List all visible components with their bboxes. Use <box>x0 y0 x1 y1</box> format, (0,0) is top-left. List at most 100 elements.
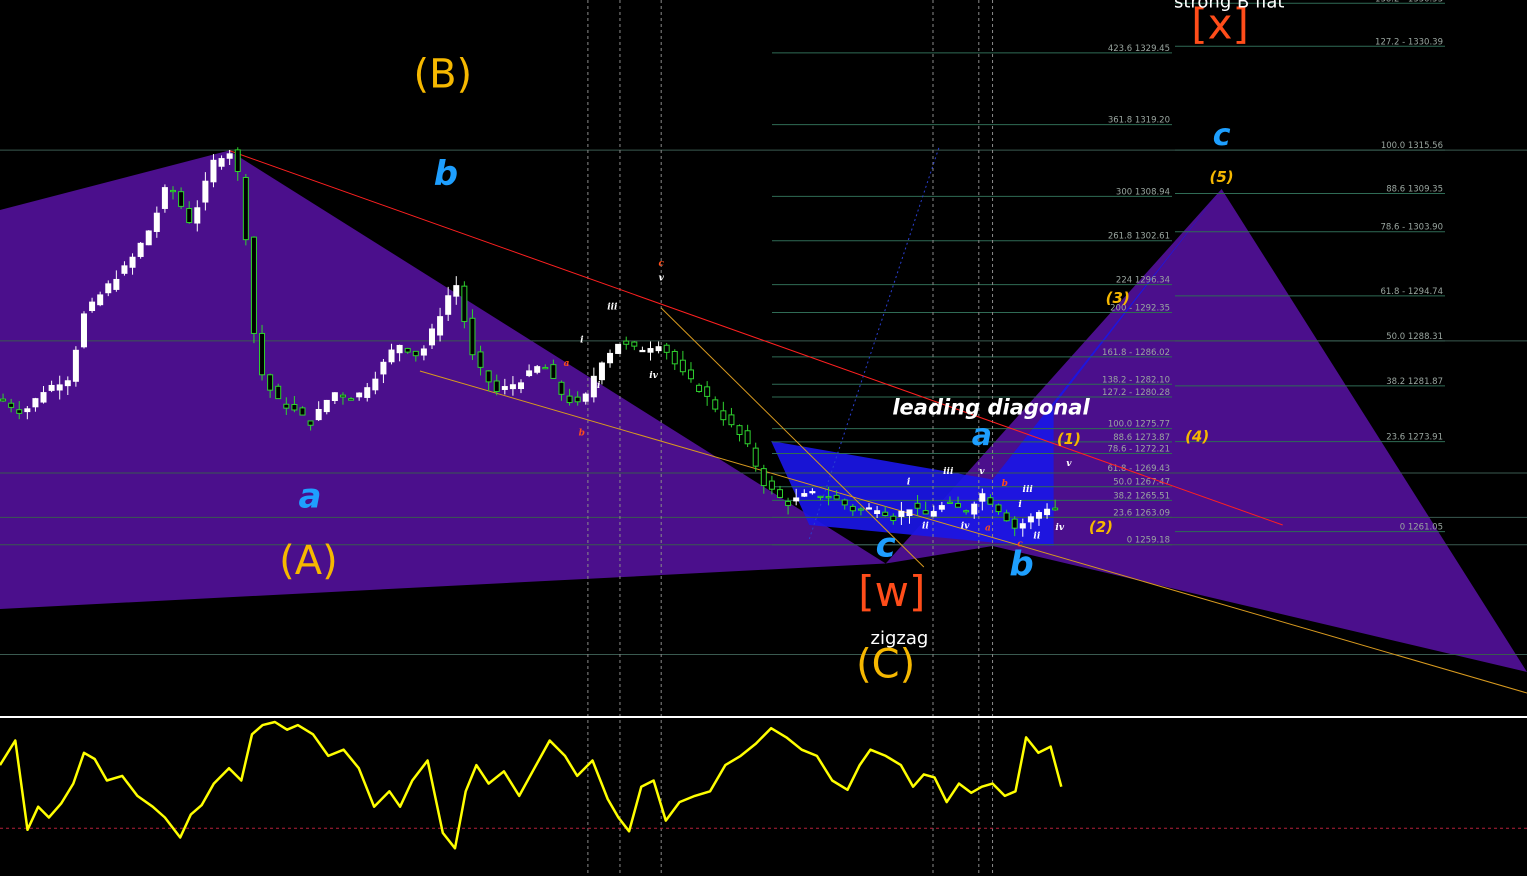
candle-body <box>339 394 346 398</box>
candle-body <box>1003 512 1010 522</box>
minor-wave-label: v <box>659 274 665 284</box>
wave-label: [w] <box>858 567 925 616</box>
wave-label: c <box>876 526 896 566</box>
chart-canvas: 423.6 1329.45 361.8 1319.20 300 1308.94 261… <box>0 0 1527 876</box>
candle-body <box>938 505 945 510</box>
fib-level-label: 361.8 1319.20 <box>1108 116 1170 126</box>
candle-body <box>712 399 719 410</box>
candle-body <box>768 480 775 490</box>
candle-body <box>728 414 735 426</box>
candle-body <box>80 313 87 348</box>
minor-wave-label: iii <box>1023 485 1034 495</box>
wave-label: leading diagonal <box>892 395 1090 419</box>
candle-body <box>380 361 387 375</box>
candle-body <box>785 500 792 506</box>
candle-body <box>97 294 104 306</box>
candle-body <box>485 370 492 383</box>
candle-body <box>874 510 881 514</box>
candle-body <box>202 180 209 203</box>
candle-body <box>817 495 824 499</box>
candle-body <box>534 366 541 373</box>
candle-body <box>882 511 889 516</box>
candle-body <box>0 398 7 402</box>
wave-label: (1) <box>1057 430 1081 448</box>
candle-body <box>275 385 282 400</box>
candle-body <box>178 191 185 207</box>
candle-body <box>372 378 379 391</box>
candle-body <box>890 515 897 522</box>
fib-level-label: 0 1261.05 <box>1400 523 1443 533</box>
candle-body <box>396 344 403 354</box>
candle-body <box>186 208 193 224</box>
minor-wave-label: iii <box>607 302 618 312</box>
candle-body <box>121 265 128 274</box>
candle-body <box>825 496 832 499</box>
candle-body <box>566 395 573 404</box>
wave-label: strong B flat <box>1174 0 1285 13</box>
candle-body <box>8 402 15 408</box>
candle-body <box>987 497 994 505</box>
candle-body <box>833 494 840 500</box>
fib-level-label: 127.2 - 1280.28 <box>1102 388 1170 398</box>
minor-wave-label: iv <box>1055 523 1064 533</box>
candle-body <box>420 348 427 356</box>
candle-body <box>663 344 670 353</box>
candle-body <box>898 510 905 517</box>
candle-body <box>250 236 257 334</box>
candle-body <box>218 158 225 167</box>
candle-body <box>655 346 662 352</box>
candle-body <box>323 399 330 413</box>
candle-body <box>760 468 767 487</box>
wave-label: (B) <box>414 52 473 98</box>
candle-body <box>1019 523 1026 529</box>
candle-body <box>242 176 249 241</box>
candle-body <box>518 382 525 390</box>
candle-body <box>210 159 217 183</box>
candle-body <box>307 420 314 426</box>
candle-body <box>445 295 452 315</box>
candle-body <box>744 430 751 445</box>
candle-body <box>607 352 614 364</box>
candle-body <box>404 347 411 353</box>
candle-body <box>364 387 371 398</box>
minor-wave-label: ii <box>1033 531 1040 541</box>
candle-body <box>720 410 727 421</box>
candle-body <box>647 348 654 353</box>
candle-body <box>469 317 476 356</box>
wave-label: b <box>1009 544 1033 584</box>
fib-level-label: 138.2 - 1336.53 <box>1375 0 1443 4</box>
wave-label: (4) <box>1185 428 1209 446</box>
candle-body <box>639 349 646 353</box>
wave-label: b <box>434 154 458 194</box>
candle-body <box>1035 512 1042 519</box>
candle-body <box>704 386 711 397</box>
fib-level-label: 100.0 1275.77 <box>1108 420 1170 430</box>
candle-body <box>24 408 31 413</box>
candle-body <box>428 328 435 346</box>
candle-body <box>866 507 873 510</box>
fib-level-label: 38.2 1265.51 <box>1113 491 1170 501</box>
fib-level-label: 38.2 1281.87 <box>1386 377 1443 387</box>
wave-label: a <box>972 418 992 453</box>
candle-body <box>574 396 581 403</box>
minor-wave-label: c <box>1017 540 1023 550</box>
candle-body <box>56 384 63 391</box>
minor-wave-label: b <box>579 428 585 438</box>
candle-body <box>299 407 306 416</box>
candle-body <box>752 447 759 467</box>
candle-body <box>809 491 816 494</box>
minor-wave-label: iv <box>961 522 970 532</box>
candle-body <box>793 497 800 502</box>
candle-body <box>776 489 783 498</box>
minor-wave-label: iii <box>943 467 954 477</box>
candle-body <box>331 392 338 402</box>
candle-body <box>388 349 395 363</box>
minor-wave-label: iv <box>649 371 658 381</box>
candle-body <box>1011 518 1018 529</box>
minor-wave-label: b <box>1002 479 1008 489</box>
minor-wave-label: i <box>1018 500 1022 510</box>
candle-body <box>1052 507 1059 511</box>
minor-wave-label: i <box>580 335 584 345</box>
wave-label: a <box>299 477 322 517</box>
fib-level-label: 300 1308.94 <box>1116 187 1170 197</box>
